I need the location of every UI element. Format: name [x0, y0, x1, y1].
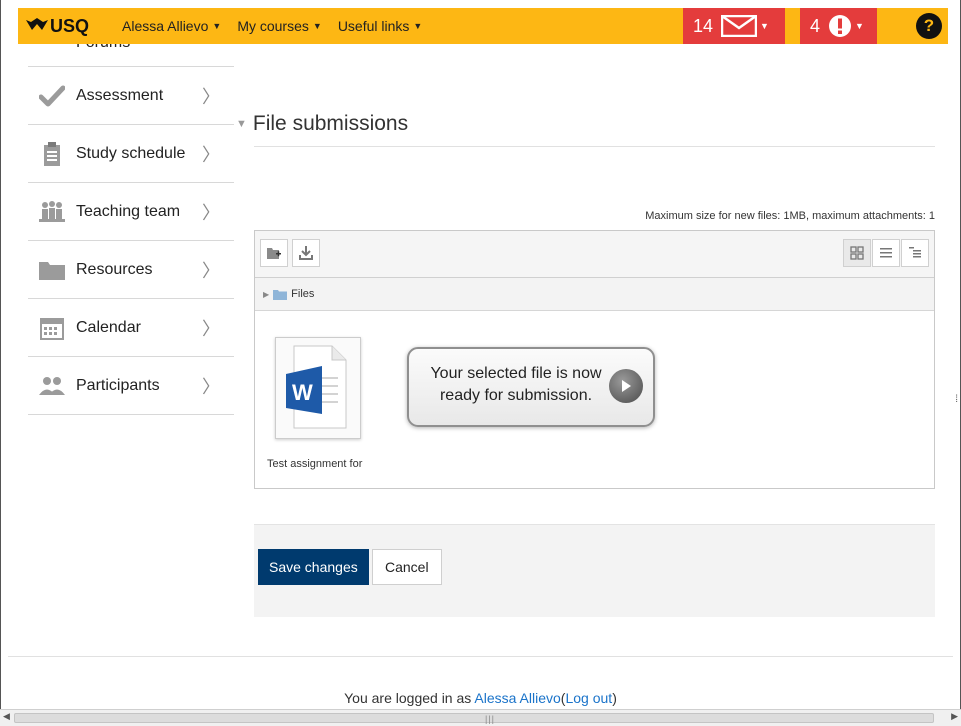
sidebar-item-calendar[interactable]: Calendar 〉 — [28, 299, 234, 357]
messages-count: 14 — [693, 15, 714, 36]
sidebar-item-label: Study schedule — [76, 144, 186, 162]
svg-text:W: W — [292, 380, 313, 405]
useful-links-menu[interactable]: Useful links ▼ — [338, 18, 439, 34]
login-prefix: You are logged in as — [344, 690, 472, 706]
alerts-count: 4 — [810, 15, 821, 36]
sidebar-item-study-schedule[interactable]: Study schedule 〉 — [28, 125, 234, 183]
usq-logo[interactable]: USQ — [18, 16, 122, 37]
add-file-button[interactable] — [260, 239, 288, 267]
download-all-button[interactable] — [292, 239, 320, 267]
grip-icon: ||| — [485, 714, 496, 724]
user-menu[interactable]: Alessa Allievo ▼ — [122, 18, 237, 34]
list-view-icon — [880, 248, 892, 258]
file-manager: ▶ Files W Test assignment for Your selec… — [254, 230, 935, 489]
checkmark-icon — [36, 85, 68, 107]
save-changes-button[interactable]: Save changes — [258, 549, 369, 585]
caret-down-icon: ▼ — [312, 21, 322, 31]
user-menu-label: Alessa Allievo — [122, 18, 209, 34]
messages-button[interactable]: 14 ▼ — [683, 8, 785, 44]
file-thumbnail[interactable]: W — [275, 337, 361, 439]
logout-link[interactable]: Log out — [565, 690, 612, 706]
people-icon — [36, 200, 68, 224]
phoenix-icon — [26, 18, 48, 30]
file-ready-callout: Your selected file is now ready for subm… — [407, 347, 655, 427]
help-button[interactable]: ? — [916, 13, 942, 39]
my-courses-menu[interactable]: My courses ▼ — [237, 18, 338, 34]
useful-links-label: Useful links — [337, 18, 410, 34]
scrollbar-grip-icon: ⁞ — [955, 394, 958, 405]
folder-icon — [273, 289, 288, 300]
login-info: You are logged in as Alessa Allievo(Log … — [344, 690, 617, 706]
clipboard-icon — [36, 141, 68, 167]
caret-down-icon: ▼ — [855, 21, 864, 31]
collapse-triangle-icon: ▼ — [236, 118, 247, 130]
sidebar-item-resources[interactable]: Resources 〉 — [28, 241, 234, 299]
callout-text: Your selected file is now ready for subm… — [430, 365, 602, 404]
top-navbar: USQ Alessa Allievo ▼ My courses ▼ Useful… — [18, 8, 948, 44]
chevron-right-icon: 〉 — [202, 376, 220, 397]
divider — [8, 656, 953, 657]
chevron-right-icon: 〉 — [202, 144, 220, 165]
scroll-right-icon[interactable]: ▶ — [951, 711, 958, 722]
sidebar-item-participants[interactable]: Participants 〉 — [28, 357, 234, 415]
word-document-icon: W — [286, 345, 347, 429]
chevron-right-icon: 〉 — [202, 318, 220, 339]
participants-icon — [36, 376, 68, 396]
caret-down-icon: ▼ — [760, 21, 769, 31]
scrollbar-thumb[interactable]: ||| — [14, 713, 934, 724]
file-path-breadcrumb[interactable]: ▶ Files — [255, 278, 934, 311]
sidebar-item-label: Resources — [76, 260, 153, 278]
sidebar-item-teaching-team[interactable]: Teaching team 〉 — [28, 183, 234, 241]
help-icon: ? — [923, 16, 935, 35]
chevron-right-icon: 〉 — [202, 260, 220, 281]
sidebar-item-label: Participants — [76, 376, 160, 394]
scroll-left-icon[interactable]: ◀ — [3, 711, 10, 722]
callout-next-button[interactable] — [609, 369, 643, 403]
expand-triangle-icon: ▶ — [263, 289, 270, 299]
play-icon — [622, 380, 631, 392]
sidebar-item-forums[interactable]: Forums — [28, 44, 234, 67]
sidebar-item-label: Assessment — [76, 86, 164, 104]
section-header-file-submissions[interactable]: ▼ File submissions — [236, 112, 408, 136]
view-tree-button[interactable] — [901, 239, 929, 267]
view-list-button[interactable] — [872, 239, 900, 267]
notifications-button[interactable]: 4 ▼ — [800, 8, 877, 44]
brand-label: USQ — [50, 15, 90, 36]
user-profile-link[interactable]: Alessa Allievo — [474, 690, 560, 706]
cancel-button[interactable]: Cancel — [372, 549, 442, 585]
download-icon — [299, 246, 313, 260]
divider — [254, 146, 935, 147]
folder-icon — [36, 259, 68, 281]
my-courses-label: My courses — [237, 18, 309, 34]
form-actions: Save changes Cancel — [254, 524, 935, 617]
sidebar-item-assessment[interactable]: Assessment 〉 — [28, 67, 234, 125]
sidebar-item-label: Teaching team — [76, 202, 181, 220]
chevron-right-icon: 〉 — [202, 86, 220, 107]
add-file-icon — [267, 248, 281, 259]
file-manager-toolbar — [255, 231, 934, 278]
caret-down-icon: ▼ — [413, 21, 423, 31]
caret-down-icon: ▼ — [212, 21, 222, 31]
file-area: W Test assignment for Your selected file… — [255, 311, 934, 489]
section-title: File submissions — [252, 112, 409, 135]
calendar-icon — [36, 316, 68, 340]
course-sidebar: Forums Assessment 〉 Study schedule 〉 Tea… — [28, 44, 234, 415]
chevron-right-icon: 〉 — [202, 202, 220, 223]
sidebar-item-label: Forums — [76, 44, 130, 52]
max-size-info: Maximum size for new files: 1MB, maximum… — [645, 210, 935, 222]
tree-view-icon — [909, 247, 921, 258]
file-name[interactable]: Test assignment for — [267, 458, 387, 470]
path-label: Files — [291, 288, 315, 300]
exclamation-icon — [829, 15, 852, 37]
horizontal-scrollbar[interactable]: ◀ ||| ▶ — [0, 709, 961, 726]
envelope-icon — [721, 15, 758, 37]
grid-view-icon — [850, 246, 864, 260]
view-icons-button[interactable] — [843, 239, 871, 267]
sidebar-item-label: Calendar — [76, 318, 141, 336]
